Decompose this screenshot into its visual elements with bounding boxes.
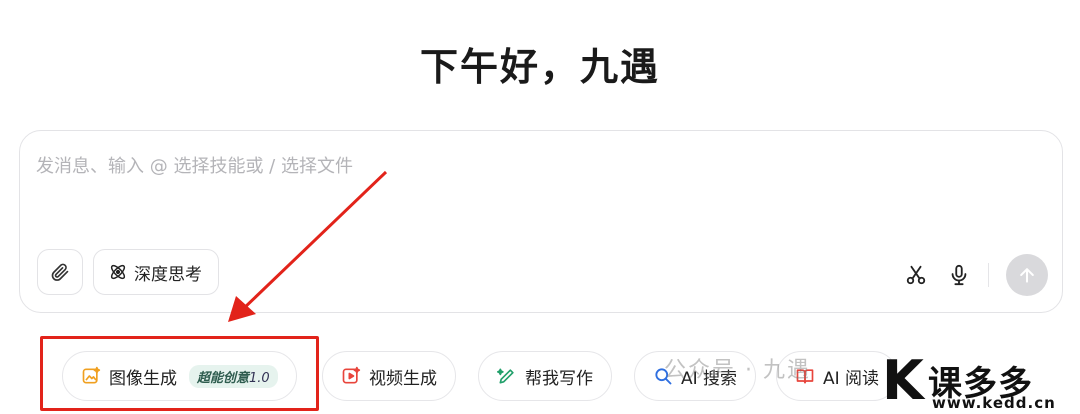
kedd-logo: K 课多多 www.kedd.cn bbox=[882, 349, 1056, 413]
